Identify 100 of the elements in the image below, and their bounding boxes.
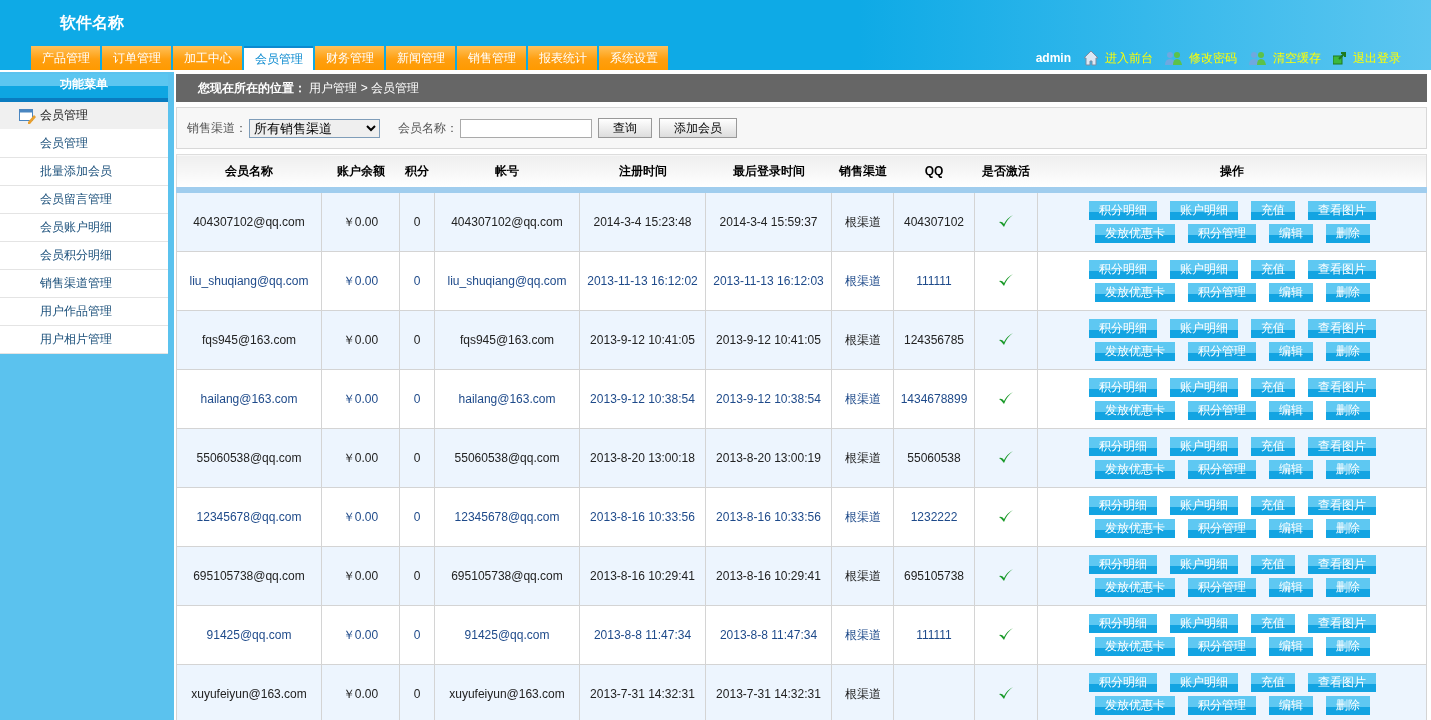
row-action-button[interactable]: 编辑 <box>1268 519 1313 538</box>
row-action-button[interactable]: 查看图片 <box>1307 555 1376 574</box>
member-name-field[interactable] <box>460 118 592 138</box>
menu-item[interactable]: 会员积分明细 <box>0 242 168 270</box>
menu-item[interactable]: 会员账户明细 <box>0 214 168 242</box>
row-action-button[interactable]: 积分明细 <box>1088 496 1157 515</box>
row-action-button[interactable]: 积分管理 <box>1187 637 1256 656</box>
menu-item[interactable]: 用户相片管理 <box>0 326 168 354</box>
row-action-button[interactable]: 删除 <box>1325 519 1370 538</box>
row-action-button[interactable]: 账户明细 <box>1169 260 1238 279</box>
row-action-button[interactable]: 编辑 <box>1268 637 1313 656</box>
row-action-button[interactable]: 编辑 <box>1268 283 1313 302</box>
row-action-button[interactable]: 账户明细 <box>1169 437 1238 456</box>
row-action-button[interactable]: 发放优惠卡 <box>1094 224 1175 243</box>
row-action-button[interactable]: 发放优惠卡 <box>1094 578 1175 597</box>
row-action-button[interactable]: 查看图片 <box>1307 319 1376 338</box>
row-action-button[interactable]: 查看图片 <box>1307 496 1376 515</box>
menu-item[interactable]: 销售渠道管理 <box>0 270 168 298</box>
row-action-button[interactable]: 积分明细 <box>1088 614 1157 633</box>
row-action-button[interactable]: 积分管理 <box>1187 519 1256 538</box>
row-action-button[interactable]: 编辑 <box>1268 578 1313 597</box>
nav-tab[interactable]: 系统设置 <box>599 46 668 70</box>
row-action-button[interactable]: 积分明细 <box>1088 555 1157 574</box>
row-action-button[interactable]: 账户明细 <box>1169 319 1238 338</box>
row-action-button[interactable]: 编辑 <box>1268 342 1313 361</box>
row-action-button[interactable]: 删除 <box>1325 224 1370 243</box>
menu-group[interactable]: 会员管理 <box>0 102 168 130</box>
nav-tab[interactable]: 销售管理 <box>457 46 526 70</box>
row-action-button[interactable]: 账户明细 <box>1169 496 1238 515</box>
row-action-button[interactable]: 删除 <box>1325 637 1370 656</box>
nav-tab[interactable]: 财务管理 <box>315 46 384 70</box>
row-action-button[interactable]: 充值 <box>1250 319 1295 338</box>
nav-tab[interactable]: 报表统计 <box>528 46 597 70</box>
row-action-button[interactable]: 积分管理 <box>1187 342 1256 361</box>
row-action-button[interactable]: 账户明细 <box>1169 378 1238 397</box>
row-action-button[interactable]: 积分管理 <box>1187 696 1256 715</box>
row-action-button[interactable]: 充值 <box>1250 437 1295 456</box>
row-action-button[interactable]: 删除 <box>1325 401 1370 420</box>
row-action-button[interactable]: 充值 <box>1250 496 1295 515</box>
row-action-button[interactable]: 积分管理 <box>1187 224 1256 243</box>
menu-item[interactable]: 用户作品管理 <box>0 298 168 326</box>
row-action-button[interactable]: 编辑 <box>1268 401 1313 420</box>
row-action-button[interactable]: 查看图片 <box>1307 201 1376 220</box>
row-action-button[interactable]: 充值 <box>1250 378 1295 397</box>
menu-item[interactable]: 会员留言管理 <box>0 186 168 214</box>
row-action-button[interactable]: 删除 <box>1325 696 1370 715</box>
exit-icon <box>1333 51 1347 65</box>
row-action-button[interactable]: 发放优惠卡 <box>1094 519 1175 538</box>
row-action-button[interactable]: 账户明细 <box>1169 614 1238 633</box>
row-action-button[interactable]: 删除 <box>1325 342 1370 361</box>
row-action-button[interactable]: 积分管理 <box>1187 283 1256 302</box>
row-action-button[interactable]: 删除 <box>1325 460 1370 479</box>
row-action-button[interactable]: 账户明细 <box>1169 673 1238 692</box>
row-action-button[interactable]: 充值 <box>1250 201 1295 220</box>
row-action-button[interactable]: 积分明细 <box>1088 260 1157 279</box>
row-action-button[interactable]: 充值 <box>1250 614 1295 633</box>
row-action-button[interactable]: 查看图片 <box>1307 260 1376 279</box>
header-link[interactable]: 退出登录 <box>1333 49 1401 67</box>
row-action-button[interactable]: 账户明细 <box>1169 555 1238 574</box>
row-action-button[interactable]: 积分管理 <box>1187 578 1256 597</box>
menu-item[interactable]: 批量添加会员 <box>0 158 168 186</box>
row-action-button[interactable]: 删除 <box>1325 578 1370 597</box>
menu-item[interactable]: 会员管理 <box>0 130 168 158</box>
row-action-button[interactable]: 积分明细 <box>1088 201 1157 220</box>
row-action-button[interactable]: 积分管理 <box>1187 401 1256 420</box>
row-action-button[interactable]: 发放优惠卡 <box>1094 460 1175 479</box>
channel-dropdown[interactable]: 所有销售渠道 <box>249 118 380 138</box>
row-action-button[interactable]: 充值 <box>1250 673 1295 692</box>
row-action-button[interactable]: 查看图片 <box>1307 378 1376 397</box>
row-action-button[interactable]: 编辑 <box>1268 224 1313 243</box>
row-action-button[interactable]: 编辑 <box>1268 460 1313 479</box>
row-action-button[interactable]: 充值 <box>1250 260 1295 279</box>
row-action-button[interactable]: 积分管理 <box>1187 460 1256 479</box>
row-action-button[interactable]: 发放优惠卡 <box>1094 637 1175 656</box>
row-action-button[interactable]: 查看图片 <box>1307 673 1376 692</box>
nav-tab[interactable]: 订单管理 <box>102 46 171 70</box>
header-link[interactable]: 进入前台 <box>1083 49 1153 67</box>
row-action-button[interactable]: 查看图片 <box>1307 614 1376 633</box>
row-action-button[interactable]: 充值 <box>1250 555 1295 574</box>
row-action-button[interactable]: 查看图片 <box>1307 437 1376 456</box>
column-header: QQ <box>893 154 975 190</box>
action-button[interactable]: 添加会员 <box>659 118 737 138</box>
nav-tab[interactable]: 加工中心 <box>173 46 242 70</box>
row-action-button[interactable]: 发放优惠卡 <box>1094 696 1175 715</box>
header-link[interactable]: 清空缓存 <box>1249 49 1321 67</box>
nav-tab[interactable]: 会员管理 <box>244 46 313 70</box>
header-link[interactable]: 修改密码 <box>1165 49 1237 67</box>
row-action-button[interactable]: 删除 <box>1325 283 1370 302</box>
row-action-button[interactable]: 发放优惠卡 <box>1094 283 1175 302</box>
row-action-button[interactable]: 积分明细 <box>1088 437 1157 456</box>
row-action-button[interactable]: 积分明细 <box>1088 319 1157 338</box>
row-action-button[interactable]: 编辑 <box>1268 696 1313 715</box>
nav-tab[interactable]: 新闻管理 <box>386 46 455 70</box>
row-action-button[interactable]: 账户明细 <box>1169 201 1238 220</box>
row-action-button[interactable]: 发放优惠卡 <box>1094 342 1175 361</box>
row-action-button[interactable]: 积分明细 <box>1088 673 1157 692</box>
row-action-button[interactable]: 积分明细 <box>1088 378 1157 397</box>
action-button[interactable]: 查询 <box>598 118 652 138</box>
row-action-button[interactable]: 发放优惠卡 <box>1094 401 1175 420</box>
nav-tab[interactable]: 产品管理 <box>31 46 100 70</box>
